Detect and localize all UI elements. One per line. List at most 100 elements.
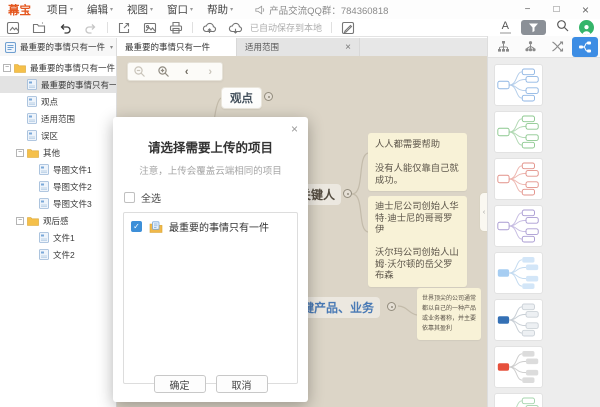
tree-file-导图文件2[interactable]: 导图文件2 [0, 178, 116, 195]
tab-document-1[interactable]: 最重要的事情只有一件 [117, 38, 237, 56]
mindmap-file-icon [27, 130, 37, 141]
cloud-upload-icon[interactable] [196, 20, 222, 36]
mindmap-node-viewpoint[interactable]: 观点 [221, 87, 262, 109]
toolbar-divider [192, 22, 193, 33]
tree-item-label: 文件2 [53, 249, 75, 261]
note-card[interactable]: 世界顶尖的公司通常都以自己的一种产品或业务著称，并主要依靠其盈利 [417, 288, 481, 340]
tree-file-适用范围[interactable]: 适用范围 [0, 110, 116, 127]
redo-icon[interactable] [78, 20, 104, 36]
tree-item-label: 观后感 [43, 215, 69, 227]
cloud-download-icon[interactable] [222, 20, 248, 36]
menu-编辑[interactable]: 编辑▾ [87, 2, 113, 17]
funnel-icon [528, 22, 539, 33]
tree-file-导图文件3[interactable]: 导图文件3 [0, 195, 116, 212]
collapse-toggle[interactable] [343, 189, 352, 198]
tree-folder-其他[interactable]: −其他 [0, 144, 116, 161]
ok-button[interactable]: 确定 [154, 375, 206, 393]
undo-icon[interactable] [52, 20, 78, 36]
person-icon [580, 23, 593, 35]
export-image-icon[interactable] [0, 20, 26, 36]
chevron-down-icon: ▾ [110, 44, 113, 51]
template-card-4[interactable] [494, 205, 543, 247]
theme-filter-button[interactable] [521, 20, 546, 35]
collapse-toggle[interactable] [264, 92, 273, 101]
tab-layout-mindmap[interactable] [572, 37, 598, 57]
collapse-toggle[interactable] [387, 302, 396, 311]
sidebar-tree: −最重要的事情只有一件最重要的事情只有一件观点适用范围误区−其他导图文件1导图文… [0, 56, 117, 407]
menu-窗口[interactable]: 窗口▾ [167, 2, 193, 17]
share-icon[interactable] [111, 20, 137, 36]
tree-file-观点[interactable]: 观点 [0, 93, 116, 110]
tree-file-文件2[interactable]: 文件2 [0, 246, 116, 263]
dialog-close-icon[interactable]: × [291, 123, 298, 135]
project-selector-label: 最重要的事情只有一件 [20, 41, 110, 53]
insert-image-icon[interactable] [137, 20, 163, 36]
tree-folder-观后感[interactable]: − 观后感 [0, 212, 116, 229]
template-card-6[interactable] [494, 299, 543, 341]
mindmap-file-icon [27, 96, 37, 107]
menu-视图[interactable]: 视图▾ [127, 2, 153, 17]
search-icon[interactable] [556, 19, 569, 37]
tree-expander-icon[interactable]: − [3, 64, 11, 72]
mindmap-file-icon [39, 164, 49, 175]
layout-tab-bar [488, 36, 600, 58]
template-card-1[interactable] [494, 64, 543, 106]
user-avatar[interactable] [579, 20, 594, 35]
cancel-button[interactable]: 取消 [216, 375, 268, 393]
menu-帮助[interactable]: 帮助▾ [207, 2, 233, 17]
template-panel [487, 36, 600, 407]
select-all-row[interactable]: 全选 [124, 190, 308, 205]
print-icon[interactable] [163, 20, 189, 36]
minimize-button[interactable]: − [513, 0, 542, 19]
note-card[interactable]: 迪士尼公司创始人华特·迪士尼的哥哥罗伊 沃尔玛公司创始人山姆·沃尔顿的岳父罗布森 [368, 196, 467, 287]
mindmap-file-icon [39, 232, 49, 243]
template-card-5[interactable] [494, 252, 543, 294]
tree-item-label: 误区 [41, 130, 58, 142]
item-checkbox[interactable]: ✓ [131, 221, 142, 232]
toolbar-divider [107, 22, 108, 33]
tab-layout-org[interactable] [518, 37, 544, 57]
template-card-7[interactable] [494, 346, 543, 388]
maximize-button[interactable]: □ [542, 0, 571, 19]
megaphone-icon [255, 5, 265, 15]
upload-item-最重要的事情只有一件[interactable]: ✓ 最重要的事情只有一件 [124, 213, 297, 240]
tree-file-导图文件1[interactable]: 导图文件1 [0, 161, 116, 178]
panel-collapse-handle[interactable]: ‹ [479, 192, 487, 232]
style-edit-icon[interactable] [335, 20, 361, 36]
folder-icon [14, 63, 26, 73]
tree-folder-最重要的事情只有一件[interactable]: −最重要的事情只有一件 [0, 59, 116, 76]
folder-icon [27, 148, 39, 158]
open-folder-icon[interactable] [26, 20, 52, 36]
select-all-checkbox[interactable] [124, 192, 135, 203]
format-text-icon[interactable]: A [500, 21, 511, 34]
tree-file-最重要的事情只有一件[interactable]: 最重要的事情只有一件 [0, 76, 116, 93]
project-selector[interactable]: 最重要的事情只有一件 ▾ [0, 38, 117, 56]
tree-item-label: 文件1 [53, 232, 75, 244]
app-logo: 幕宝 [8, 2, 31, 18]
menu-项目[interactable]: 项目▾ [47, 2, 73, 17]
tab-layout-tree[interactable] [491, 37, 517, 57]
tree-file-误区[interactable]: 误区 [0, 127, 116, 144]
select-all-label: 全选 [141, 190, 161, 205]
canvas-zoom-toolbar: ‹ › [127, 62, 223, 81]
tab-layout-cross[interactable] [545, 37, 571, 57]
toolbar-right-group: A [500, 19, 594, 37]
mindmap-file-icon [27, 113, 37, 124]
app-window: 幕宝 项目▾编辑▾视图▾窗口▾帮助▾ 产品交流QQ群：784360818 − □… [0, 0, 600, 407]
nav-back-icon[interactable]: ‹ [177, 63, 197, 80]
tree-file-文件1[interactable]: 文件1 [0, 229, 116, 246]
template-card-2[interactable] [494, 111, 543, 153]
tab-close-icon[interactable]: × [337, 42, 351, 53]
upload-item-label: 最重要的事情只有一件 [169, 219, 269, 234]
zoom-in-icon[interactable] [153, 63, 173, 80]
nav-forward-icon[interactable]: › [200, 63, 220, 80]
zoom-out-icon[interactable] [130, 63, 150, 80]
tree-expander-icon[interactable]: − [16, 149, 24, 157]
tree-expander-icon[interactable]: − [16, 217, 24, 225]
close-button[interactable]: × [571, 0, 600, 19]
note-card[interactable]: 人人都需要帮助 没有人能仅靠自己就成功。 [368, 133, 467, 191]
tab-document-2[interactable]: 适用范围 × [237, 38, 360, 56]
template-card-8[interactable] [494, 393, 543, 407]
template-card-3[interactable] [494, 158, 543, 200]
tab-label: 最重要的事情只有一件 [125, 41, 210, 53]
